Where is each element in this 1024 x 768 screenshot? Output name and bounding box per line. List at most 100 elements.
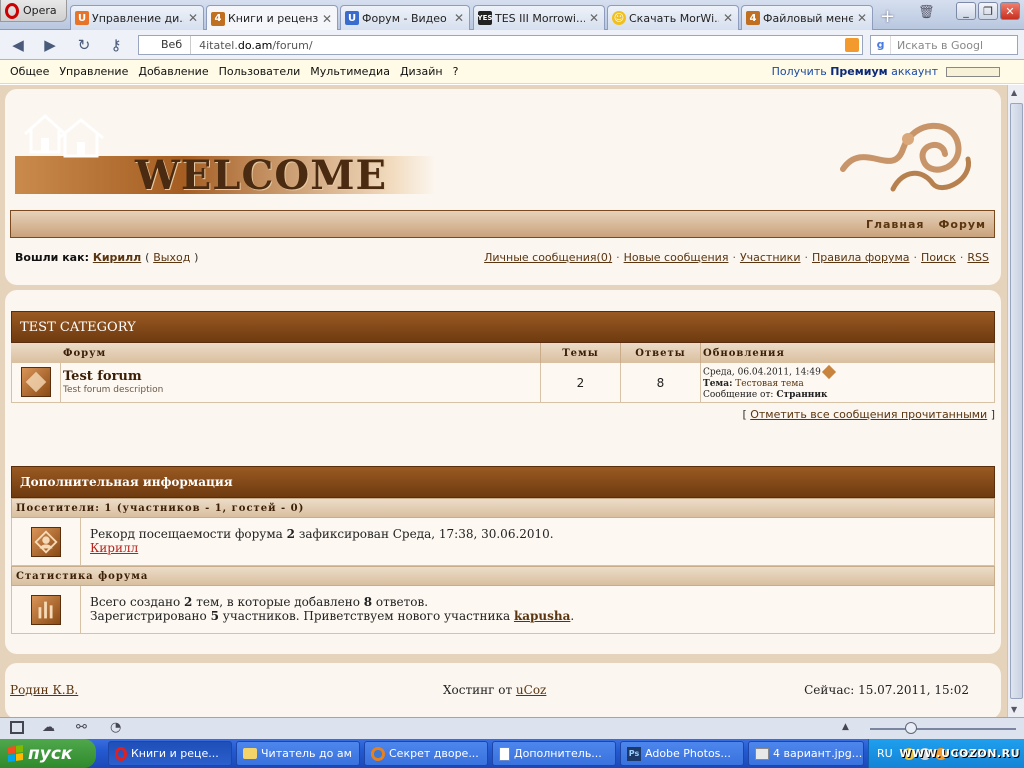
key-icon[interactable]: ⚷ [106,36,126,54]
page-scrollbar[interactable]: ▲ ▼ [1007,85,1024,717]
opera-menu-button[interactable]: Opera [0,0,67,22]
tab-file-manager[interactable]: 4 Файловый мене... ✕ [741,5,873,30]
google-icon[interactable]: g [871,36,891,54]
taskbar-item-firefox[interactable]: Секрет дворе... [364,741,488,766]
tab-close-icon[interactable]: ✕ [722,11,734,25]
share-icon[interactable]: ⚯ [76,720,87,735]
speed-dial-icon[interactable]: ◔ [110,720,121,735]
topic-label: Тема: [703,378,733,389]
back-icon[interactable]: ◀ [8,36,28,54]
panel-slider[interactable] [946,66,1000,77]
document-icon [499,746,510,761]
search-link[interactable]: Поиск [921,251,956,264]
ucoz-link[interactable]: uCoz [516,683,546,697]
taskbar-item-photoshop[interactable]: Ps Adobe Photos... [620,741,744,766]
tab-download[interactable]: ☺ Скачать MorWi... ✕ [607,5,739,30]
tab-close-icon[interactable]: ✕ [588,11,600,25]
get-premium-link[interactable]: Получить Премиум аккаунт [772,65,938,78]
stats-icon-cell [11,586,81,634]
smiley-icon: ☺ [612,11,626,25]
taskbar-item-opera[interactable]: Книги и реце... [108,741,232,766]
tab-management[interactable]: U Управление ди... ✕ [70,5,204,30]
tab-forum-video[interactable]: U Форум - Видео ... ✕ [340,5,470,30]
col-updates: Обновления [701,343,995,363]
zoom-toggle-icon[interactable]: ▲ [842,722,849,732]
logout-link[interactable]: Выход [153,251,190,264]
mark-read-line: [ Отметить все сообщения прочитанными ] [742,408,995,421]
rss-link[interactable]: RSS [967,251,989,264]
logged-in-label: Вошли как: [15,251,89,264]
restore-icon[interactable]: ❐ [978,2,998,20]
panel-toggle-icon[interactable] [10,721,24,734]
forum-rules-link[interactable]: Правила форума [812,251,910,264]
scroll-down-icon[interactable]: ▼ [1011,705,1017,714]
last-post-date: Среда, 06.04.2011, 14:49 [703,367,821,378]
menu-users[interactable]: Пользователи [214,65,306,78]
minimize-icon[interactable]: _ [956,2,976,20]
premium-suffix: аккаунт [887,65,938,78]
nav-forum[interactable]: Форум [938,218,986,231]
taskbar-item-image-viewer[interactable]: 4 вариант.jpg... [748,741,864,766]
language-indicator[interactable]: RU [877,747,893,760]
author-link[interactable]: Родин К.В. [10,683,78,697]
scrollbar-thumb[interactable] [1010,103,1023,699]
zoom-slider-handle[interactable] [905,722,917,734]
private-messages-link[interactable]: Личные сообщения(0) [484,251,612,264]
trash-icon[interactable]: 🗑 [918,5,938,23]
scroll-up-icon[interactable]: ▲ [1011,88,1017,97]
stats-bars-icon [31,595,61,625]
forward-icon[interactable]: ▶ [40,36,60,54]
logout-bracket: ( [145,251,150,264]
category-header[interactable]: TEST CATEGORY [11,311,995,343]
tab-morrowind[interactable]: YES TES III Morrowi... ✕ [473,5,605,30]
menu-add[interactable]: Добавление [133,65,213,78]
taskbar-label: Читатель до ам [261,747,352,760]
stats-text: . [570,609,575,623]
stats-posts: 8 [363,595,373,609]
new-member-link[interactable]: kapusha [514,609,570,623]
tab-label: TES III Morrowi... [495,11,585,25]
tab-books[interactable]: 4 Книги и реценз... ✕ [206,5,338,31]
menu-help[interactable]: ? [448,65,464,78]
rss-feed-icon[interactable] [845,38,859,52]
online-user-link[interactable]: Кирилл [90,541,985,555]
tab-close-icon[interactable]: ✕ [187,11,199,25]
close-icon[interactable]: ✕ [1000,2,1020,20]
tab-close-icon[interactable]: ✕ [321,12,333,26]
last-author-link[interactable]: Странник [776,390,827,400]
menu-design[interactable]: Дизайн [395,65,448,78]
ucoz-orange-icon: U [75,11,89,25]
mark-all-read-link[interactable]: Отметить все сообщения прочитанными [750,408,987,421]
nav-home[interactable]: Главная [866,218,925,231]
tab-close-icon[interactable]: ✕ [453,11,465,25]
go-to-post-icon[interactable] [821,364,836,380]
forum-title-link[interactable]: Test forum [63,369,142,384]
taskbar-item-folder[interactable]: Читатель до ам [236,741,360,766]
zoom-slider[interactable] [870,728,1016,730]
user-links: Личные сообщения(0) · Новые сообщения · Уч… [484,251,989,264]
search-field[interactable]: g Искать в Googl [870,35,1018,55]
watermark: WWW.UCOZON.RU [899,747,1020,760]
new-tab-icon[interactable]: + [880,6,900,27]
search-placeholder: Искать в Googl [897,38,984,52]
browser-status-bar: ☁ ⚯ ◔ ▲ [0,717,1024,739]
url-field[interactable]: Веб 4itatel.do.am/forum/ [138,35,863,55]
username-link[interactable]: Кирилл [93,251,141,264]
menu-management[interactable]: Управление [54,65,133,78]
site-4-icon: 4 [211,11,225,26]
opera-logo-icon [5,2,19,19]
opera-icon [115,746,127,761]
reload-icon[interactable]: ↻ [74,36,94,54]
menu-general[interactable]: Общее [5,65,54,78]
members-link[interactable]: Участники [740,251,801,264]
new-messages-link[interactable]: Новые сообщения [624,251,729,264]
site-logo[interactable]: WELCOME [15,112,435,200]
taskbar-item-document[interactable]: Дополнитель... [492,741,616,766]
col-replies: Ответы [621,343,701,363]
menu-multimedia[interactable]: Мультимедиа [305,65,395,78]
windows-taskbar: пуск Книги и реце... Читатель до ам Секр… [0,739,1024,768]
cloud-icon[interactable]: ☁ [42,720,55,735]
start-button[interactable]: пуск [0,739,96,768]
last-topic-link[interactable]: Тестовая тема [735,379,803,389]
tab-close-icon[interactable]: ✕ [856,11,868,25]
